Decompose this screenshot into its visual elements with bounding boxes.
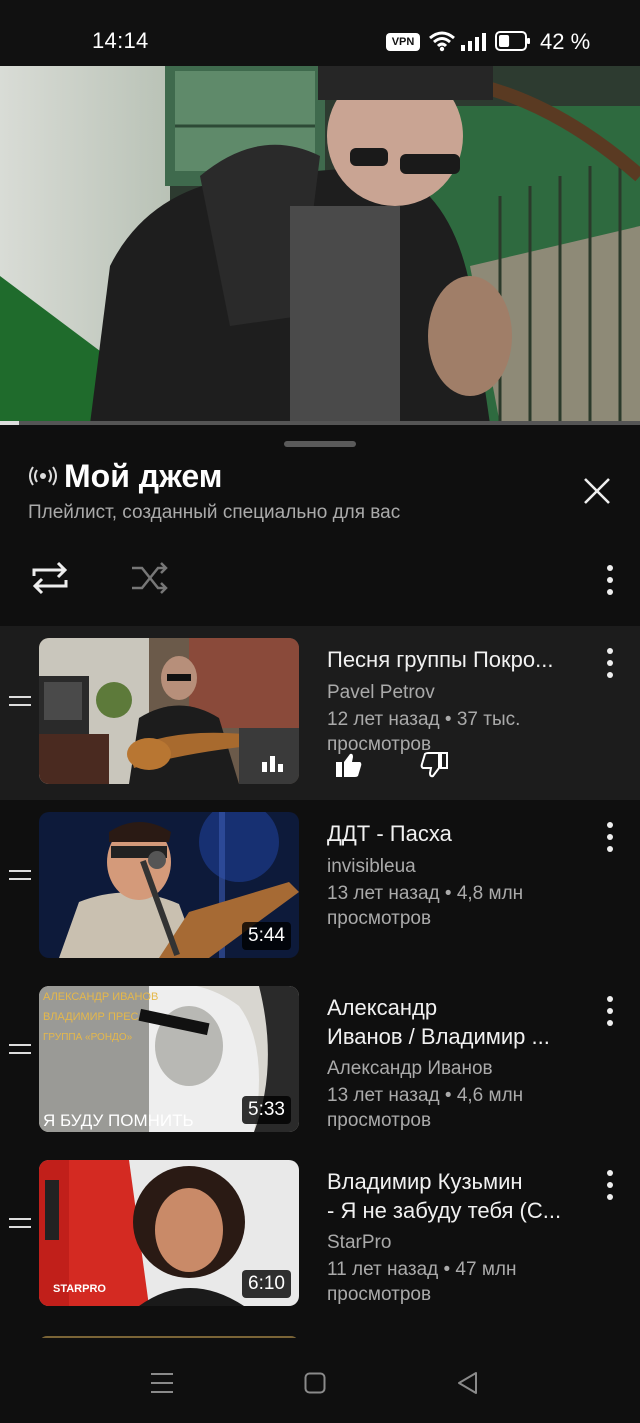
video-progress-bar[interactable] xyxy=(0,421,640,425)
video-thumbnail[interactable]: АЛЕКСАНДР ИВАНОВ ВЛАДИМИР ПРЕС ГРУППА «Р… xyxy=(39,986,299,1132)
video-thumbnail[interactable] xyxy=(39,638,299,784)
list-item[interactable]: Песня группы Покро... Pavel Petrov 12 ле… xyxy=(0,626,640,800)
video-age-views: 12 лет назад • 37 тыс. xyxy=(327,709,521,730)
video-age-views: 13 лет назад • 4,6 млн xyxy=(327,1085,524,1106)
thumbnail-image xyxy=(39,638,299,784)
more-vert-icon[interactable] xyxy=(598,994,622,1028)
battery-percent: 42 % xyxy=(540,29,591,54)
drag-reorder-icon[interactable] xyxy=(9,870,31,886)
video-title-line-2: - Я не забуду тебя (С... xyxy=(327,1198,562,1223)
video-frame xyxy=(0,66,640,424)
vpn-badge: VPN xyxy=(386,33,420,51)
thumbs-up-icon[interactable] xyxy=(335,752,363,778)
drag-reorder-icon[interactable] xyxy=(9,1218,31,1234)
video-views-label: просмотров xyxy=(327,1110,432,1131)
video-title: Александр Иванов / Владимир ... xyxy=(327,993,585,1051)
list-item[interactable]: 5:44 ДДТ - Пасха invisibleua 13 лет наза… xyxy=(0,800,640,974)
shuffle-icon[interactable] xyxy=(128,558,172,598)
now-playing-icon xyxy=(262,756,283,772)
video-duration: 5:44 xyxy=(242,922,291,950)
playlist-title: Мой джем xyxy=(64,458,223,494)
video-duration: 5:33 xyxy=(242,1096,291,1124)
video-duration: 6:10 xyxy=(242,1270,291,1298)
loop-icon[interactable] xyxy=(28,558,72,598)
video-age-views: 11 лет назад • 47 млн xyxy=(327,1259,517,1280)
more-vert-icon[interactable] xyxy=(598,646,622,680)
video-thumbnail[interactable]: 5:44 xyxy=(39,812,299,958)
thumb-text-line-2: ВЛАДИМИР ПРЕС xyxy=(43,1011,139,1023)
thumb-text-line-1: АЛЕКСАНДР ИВАНОВ xyxy=(43,991,158,1003)
drag-handle[interactable] xyxy=(284,441,356,447)
wifi-icon xyxy=(429,31,455,52)
video-player[interactable] xyxy=(0,66,640,424)
list-item[interactable]: STARPRO 6:10 Владимир Кузьмин - Я не заб… xyxy=(0,1148,640,1322)
more-vert-icon[interactable] xyxy=(598,820,622,854)
channel-name: Pavel Petrov xyxy=(327,682,435,703)
video-title: Песня группы Покро... xyxy=(327,647,554,672)
close-icon[interactable] xyxy=(578,472,616,510)
video-title-line-1: Александр xyxy=(327,995,438,1020)
thumb-logo-text: STARPRO xyxy=(53,1283,106,1295)
channel-name: invisibleua xyxy=(327,856,416,877)
playlist-panel: Мой джем Плейлист, созданный специально … xyxy=(0,428,640,1346)
video-views-label: просмотров xyxy=(327,1284,432,1305)
radio-broadcast-icon xyxy=(29,466,57,486)
battery-icon xyxy=(495,31,530,51)
drag-reorder-icon[interactable] xyxy=(9,1044,31,1060)
home-icon[interactable] xyxy=(304,1372,326,1394)
back-icon[interactable] xyxy=(456,1371,478,1395)
status-bar: 14:14 VPN 42 % xyxy=(0,0,640,66)
video-title: ДДТ - Пасха xyxy=(327,821,452,846)
channel-name: Александр Иванов xyxy=(327,1058,493,1079)
video-views-label: просмотров xyxy=(327,908,432,929)
video-title: Владимир Кузьмин - Я не забуду тебя (С..… xyxy=(327,1167,585,1225)
video-views-label: просмотров xyxy=(327,734,432,755)
playlist-queue: Песня группы Покро... Pavel Petrov 12 ле… xyxy=(0,626,640,1322)
playlist-subtitle: Плейлист, созданный специально для вас xyxy=(28,502,401,523)
video-title-line-2: Иванов / Владимир ... xyxy=(327,1024,550,1049)
system-nav-bar xyxy=(0,1338,640,1423)
more-vert-icon[interactable] xyxy=(598,1168,622,1202)
status-time: 14:14 xyxy=(92,28,149,53)
video-progress-fill xyxy=(0,421,20,425)
more-vert-icon[interactable] xyxy=(598,562,622,598)
signal-icon xyxy=(461,33,486,51)
channel-name: StarPro xyxy=(327,1232,392,1253)
thumb-text-line-3: ГРУППА «РОНДО» xyxy=(43,1032,133,1043)
drag-reorder-icon[interactable] xyxy=(9,696,31,712)
video-age-views: 13 лет назад • 4,8 млн xyxy=(327,883,524,904)
video-title-line-1: Владимир Кузьмин xyxy=(327,1169,523,1194)
recent-apps-icon[interactable] xyxy=(150,1372,174,1394)
thumbs-down-icon[interactable] xyxy=(420,752,448,778)
list-item[interactable]: АЛЕКСАНДР ИВАНОВ ВЛАДИМИР ПРЕС ГРУППА «Р… xyxy=(0,974,640,1148)
video-thumbnail[interactable]: STARPRO 6:10 xyxy=(39,1160,299,1306)
thumb-text-line-4: Я БУДУ ПОМНИТЬ xyxy=(43,1111,194,1130)
